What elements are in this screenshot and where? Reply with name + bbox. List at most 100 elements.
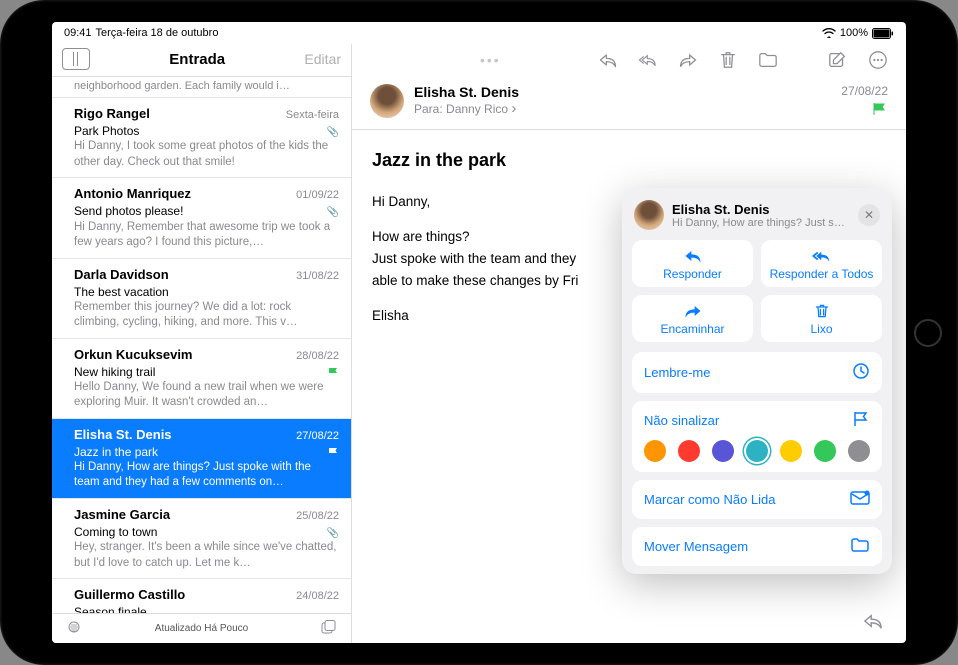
to-name: Danny Rico bbox=[446, 102, 508, 116]
sidebar-footer: Atualizado Há Pouco bbox=[52, 613, 351, 643]
item-sender: Jasmine Garcia bbox=[74, 506, 170, 524]
item-subject: New hiking trail bbox=[74, 364, 155, 380]
popover-header: Elisha St. Denis Hi Danny, How are thing… bbox=[632, 198, 882, 240]
compose-icon[interactable] bbox=[828, 50, 848, 70]
sidebar-header: Entrada Editar bbox=[52, 44, 351, 77]
item-preview: Hi Danny, Remember that awesome trip we … bbox=[74, 220, 339, 251]
edit-button[interactable]: Editar bbox=[304, 51, 341, 67]
flag-color-dot[interactable] bbox=[814, 440, 836, 462]
message-pane: ••• bbox=[352, 44, 906, 643]
item-indicators bbox=[327, 364, 339, 380]
more-icon[interactable] bbox=[868, 50, 888, 70]
close-icon[interactable]: ✕ bbox=[858, 204, 880, 226]
reply-icon[interactable] bbox=[598, 50, 618, 70]
item-preview: Hi Danny, How are things? Just spoke wit… bbox=[74, 460, 339, 491]
reply-all-label: Responder a Todos bbox=[770, 267, 874, 281]
mark-unread-label: Marcar como Não Lida bbox=[644, 492, 776, 507]
flag-color-dot[interactable] bbox=[780, 440, 802, 462]
truncated-prev-item[interactable]: neighborhood garden. Each family would i… bbox=[52, 77, 351, 98]
message-list[interactable]: neighborhood garden. Each family would i… bbox=[52, 77, 351, 613]
message-list-item[interactable]: Rigo RangelSexta-feiraPark Photos📎 Hi Da… bbox=[52, 98, 351, 178]
popover-avatar bbox=[634, 200, 664, 230]
item-indicators: 📎 bbox=[324, 524, 339, 541]
screen: 09:41 Terça-feira 18 de outubro 100% Ent… bbox=[52, 22, 906, 643]
item-preview: Hello Danny, We found a new trail when w… bbox=[74, 380, 339, 411]
item-date: 24/08/22 bbox=[296, 589, 339, 604]
item-sender: Rigo Rangel bbox=[74, 105, 150, 123]
item-date: 31/08/22 bbox=[296, 269, 339, 284]
status-bar: 09:41 Terça-feira 18 de outubro 100% bbox=[52, 22, 906, 44]
message-list-item[interactable]: Elisha St. Denis27/08/22Jazz in the park… bbox=[52, 419, 351, 499]
flag-icon[interactable] bbox=[841, 102, 888, 119]
item-subject: Send photos please! bbox=[74, 203, 183, 219]
filter-icon[interactable] bbox=[66, 621, 82, 636]
message-subject: Jazz in the park bbox=[372, 146, 886, 175]
forward-icon[interactable] bbox=[678, 50, 698, 70]
message-list-item[interactable]: Antonio Manriquez01/09/22Send photos ple… bbox=[52, 178, 351, 258]
move-label: Mover Mensagem bbox=[644, 539, 748, 554]
message-list-item[interactable]: Darla Davidson31/08/22The best vacation … bbox=[52, 259, 351, 339]
sender-avatar[interactable] bbox=[370, 84, 404, 118]
reply-button[interactable]: Responder bbox=[632, 240, 753, 287]
item-sender: Orkun Kucuksevim bbox=[74, 346, 193, 364]
forward-button[interactable]: Encaminhar bbox=[632, 295, 753, 342]
item-date: 25/08/22 bbox=[296, 509, 339, 524]
message-list-item[interactable]: Jasmine Garcia 25/08/22 Coming to town 📎 He… bbox=[52, 499, 351, 579]
folder-icon bbox=[850, 537, 870, 556]
forward-label: Encaminhar bbox=[660, 322, 724, 336]
item-date: Sexta-feira bbox=[286, 108, 339, 123]
item-sender: Darla Davidson bbox=[74, 266, 169, 284]
flag-color-dot[interactable] bbox=[678, 440, 700, 462]
from-name[interactable]: Elisha St. Denis bbox=[414, 84, 831, 100]
wifi-icon bbox=[822, 28, 836, 38]
reply-all-icon[interactable] bbox=[638, 50, 658, 70]
battery-icon bbox=[872, 28, 894, 39]
mailboxes-button[interactable] bbox=[62, 48, 90, 70]
trash-label: Lixo bbox=[810, 322, 832, 336]
message-list-item[interactable]: Guillermo Castillo24/08/22Season finale … bbox=[52, 579, 351, 613]
flag-color-dot[interactable] bbox=[848, 440, 870, 462]
message-list-item[interactable]: Orkun Kucuksevim28/08/22New hiking trail… bbox=[52, 339, 351, 419]
trash-icon[interactable] bbox=[718, 50, 738, 70]
item-indicators bbox=[327, 444, 339, 460]
item-preview: Remember this journey? We did a lot: roc… bbox=[74, 300, 339, 331]
mail-app: Entrada Editar neighborhood garden. Each… bbox=[52, 44, 906, 643]
flag-color-dot[interactable] bbox=[644, 440, 666, 462]
remind-label: Lembre-me bbox=[644, 365, 710, 380]
item-subject: The best vacation bbox=[74, 284, 169, 300]
remind-me-button[interactable]: Lembre-me bbox=[632, 352, 882, 393]
popover-sender: Elisha St. Denis bbox=[672, 202, 850, 217]
home-button[interactable] bbox=[914, 319, 942, 347]
item-preview: Hey, stranger. It's been a while since w… bbox=[74, 540, 339, 571]
item-sender: Antonio Manriquez bbox=[74, 185, 191, 203]
flag-section: Não sinalizar bbox=[632, 401, 882, 472]
flag-color-dot[interactable] bbox=[712, 440, 734, 462]
item-indicators: 📎 bbox=[324, 123, 339, 140]
message-header: Elisha St. Denis Para: Danny Rico › 27/0… bbox=[352, 76, 906, 130]
item-sender: Elisha St. Denis bbox=[74, 426, 172, 444]
item-subject: Season finale bbox=[74, 604, 147, 613]
to-line[interactable]: Para: Danny Rico › bbox=[414, 100, 831, 117]
compose-multi-icon[interactable] bbox=[321, 620, 337, 637]
mark-unread-button[interactable]: Marcar como Não Lida bbox=[632, 480, 882, 519]
item-subject: Coming to town bbox=[74, 524, 157, 540]
ipad-frame: 09:41 Terça-feira 18 de outubro 100% Ent… bbox=[0, 0, 958, 665]
reply-all-button[interactable]: Responder a Todos bbox=[761, 240, 882, 287]
flag-color-dot[interactable] bbox=[746, 440, 768, 462]
move-message-button[interactable]: Mover Mensagem bbox=[632, 527, 882, 566]
item-indicators: 📎 bbox=[324, 203, 339, 220]
inbox-title: Entrada bbox=[169, 51, 225, 68]
inbox-sidebar: Entrada Editar neighborhood garden. Each… bbox=[52, 44, 352, 643]
trash-button[interactable]: Lixo bbox=[761, 295, 882, 342]
reply-popover: Elisha St. Denis Hi Danny, How are thing… bbox=[622, 188, 892, 574]
clock-icon bbox=[852, 362, 870, 383]
unflag-button[interactable]: Não sinalizar bbox=[644, 413, 719, 428]
drag-handle-icon[interactable]: ••• bbox=[480, 52, 501, 68]
to-label: Para: bbox=[414, 102, 443, 116]
flag-color-row bbox=[644, 440, 870, 462]
move-folder-icon[interactable] bbox=[758, 50, 778, 70]
status-time: 09:41 bbox=[64, 27, 92, 39]
reply-shortcut-icon[interactable] bbox=[862, 612, 884, 635]
status-date: Terça-feira 18 de outubro bbox=[96, 27, 219, 39]
content-toolbar: ••• bbox=[352, 44, 906, 76]
